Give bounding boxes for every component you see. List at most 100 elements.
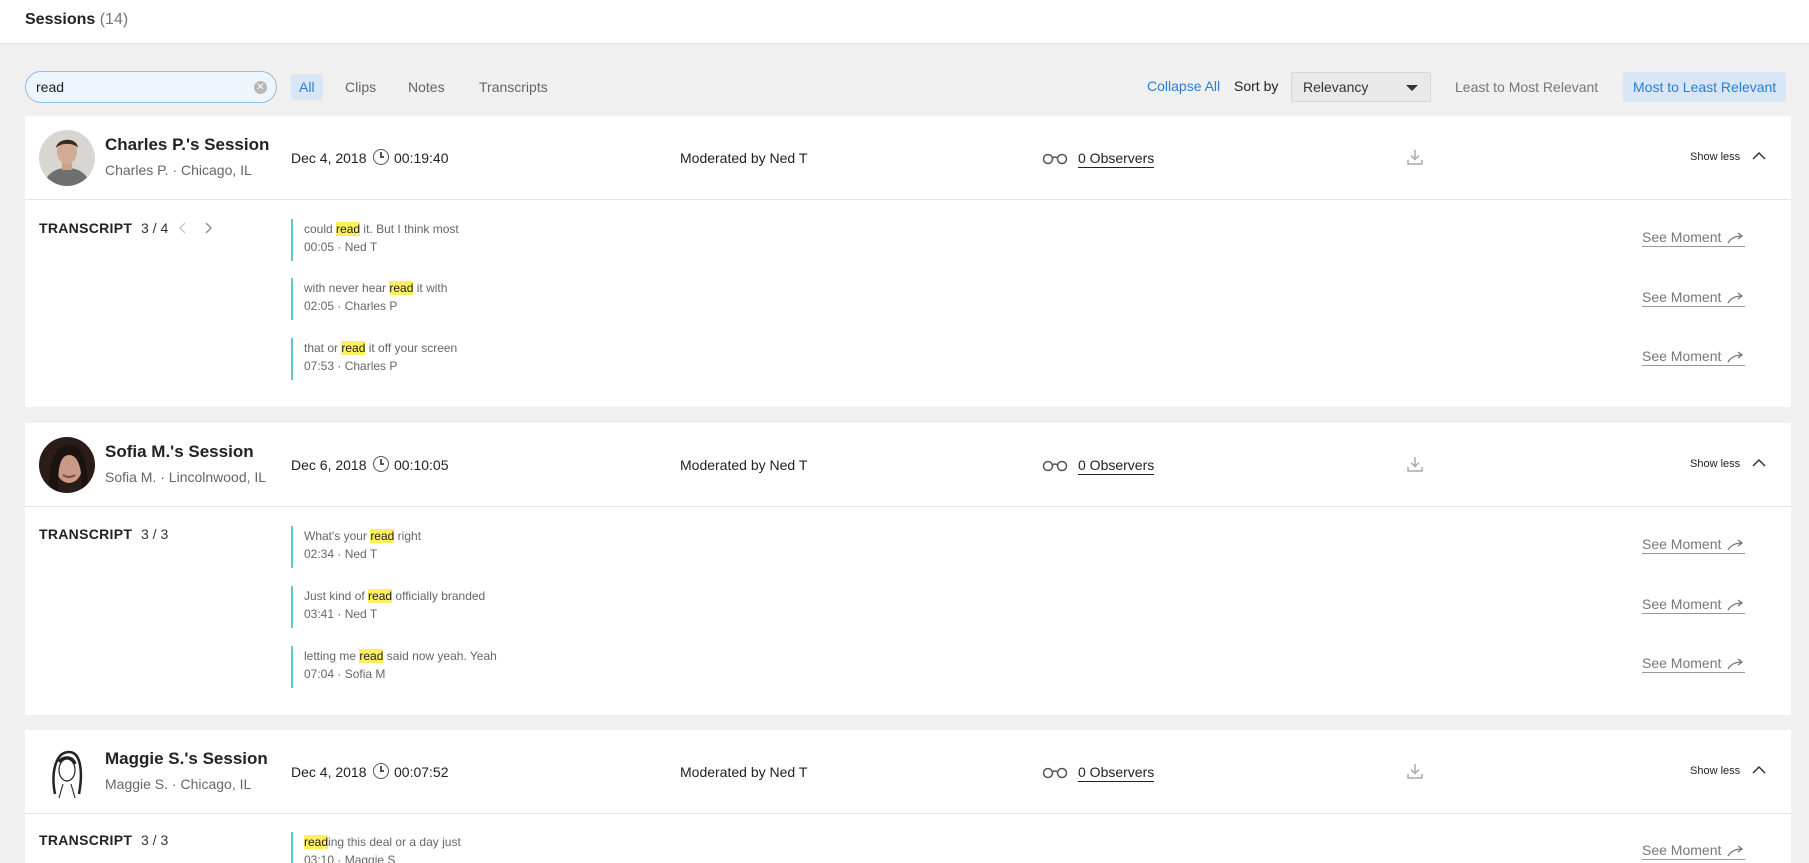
see-moment-link[interactable]: See Moment — [1642, 536, 1746, 554]
transcript-moment: reading this deal or a day just 03:10 · … — [291, 832, 891, 863]
observers-link[interactable]: 0 Observers — [1078, 764, 1155, 782]
glasses-icon — [1042, 767, 1068, 779]
clock-icon — [373, 456, 389, 472]
chevron-right-icon[interactable] — [203, 222, 213, 234]
download-icon[interactable] — [1406, 455, 1424, 473]
moment-meta: 03:10 · Maggie S — [304, 853, 396, 863]
chevron-up-icon[interactable] — [1752, 765, 1766, 775]
search-highlight: read — [304, 835, 329, 849]
transcript-label: TRANSCRIPT — [39, 832, 133, 848]
chevron-left-icon[interactable] — [178, 222, 188, 234]
sort-value: Relevancy — [1303, 79, 1369, 95]
moment-text: reading this deal or a day just — [304, 835, 461, 849]
show-less-toggle[interactable]: Show less — [1690, 765, 1740, 777]
clear-search-icon[interactable]: ✕ — [254, 81, 267, 94]
session-count: (14) — [99, 11, 129, 28]
avatar — [39, 130, 95, 186]
search-highlight: read — [389, 281, 414, 295]
arrow-icon — [1727, 232, 1744, 244]
arrow-icon — [1727, 658, 1744, 670]
transcript-count: 3 / 3 — [141, 526, 169, 542]
transcript-count: 3 / 3 — [141, 832, 169, 848]
search-input[interactable] — [36, 77, 241, 97]
session-title[interactable]: Maggie S.'s Session — [105, 749, 268, 769]
arrow-icon — [1727, 599, 1744, 611]
transcript-moment: What's your read right 02:34 · Ned T — [291, 526, 891, 568]
transcript-moment: could read it. But I think most 00:05 · … — [291, 219, 891, 261]
observers-link[interactable]: 0 Observers — [1078, 457, 1155, 475]
search-highlight: read — [368, 589, 393, 603]
search-box[interactable]: ✕ — [25, 71, 277, 103]
session-card: Maggie S.'s Session Maggie S. · Chicago,… — [25, 730, 1791, 863]
transcript-label: TRANSCRIPT — [39, 220, 133, 236]
sort-select[interactable]: Relevancy — [1291, 72, 1431, 102]
download-icon[interactable] — [1406, 148, 1424, 166]
arrow-icon — [1727, 351, 1744, 363]
search-highlight: read — [359, 649, 384, 663]
observers-link[interactable]: 0 Observers — [1078, 150, 1155, 168]
session-participant: Maggie S. · Chicago, IL — [105, 776, 252, 792]
glasses-icon — [1042, 460, 1068, 472]
moment-text: that or read it off your screen — [304, 341, 458, 355]
session-title[interactable]: Sofia M.'s Session — [105, 442, 254, 462]
session-card: Sofia M.'s Session Sofia M. · Lincolnwoo… — [25, 423, 1791, 715]
toolbar: ✕ All Clips Notes Transcripts Collapse A… — [0, 70, 1809, 104]
see-moment-link[interactable]: See Moment — [1642, 289, 1746, 307]
session-title[interactable]: Charles P.'s Session — [105, 135, 269, 155]
session-header: Sofia M.'s Session Sofia M. · Lincolnwoo… — [25, 423, 1791, 507]
avatar — [39, 437, 95, 493]
session-date: Dec 4, 2018 — [291, 150, 367, 166]
collapse-all-link[interactable]: Collapse All — [1147, 78, 1220, 94]
transcript-moment: with never hear read it with 02:05 · Cha… — [291, 278, 891, 320]
moment-meta: 00:05 · Ned T — [304, 240, 378, 254]
glasses-icon — [1042, 153, 1068, 165]
filter-notes[interactable]: Notes — [400, 74, 453, 100]
see-moment-link[interactable]: See Moment — [1642, 348, 1746, 366]
session-date: Dec 4, 2018 — [291, 764, 367, 780]
session-duration: 00:07:52 — [394, 764, 449, 780]
page-title: Sessions (14) — [25, 11, 129, 28]
transcript-moment: that or read it off your screen 07:53 · … — [291, 338, 891, 380]
moment-meta: 02:05 · Charles P — [304, 299, 398, 313]
session-participant: Sofia M. · Lincolnwood, IL — [105, 469, 267, 485]
filter-all[interactable]: All — [291, 74, 323, 100]
clock-icon — [373, 149, 389, 165]
moment-text: Just kind of read officially branded — [304, 589, 486, 603]
filter-clips[interactable]: Clips — [337, 74, 384, 100]
session-duration: 00:10:05 — [394, 457, 449, 473]
avatar — [39, 744, 95, 800]
session-moderator: Moderated by Ned T — [680, 150, 808, 166]
search-highlight: read — [370, 529, 395, 543]
chevron-up-icon[interactable] — [1752, 151, 1766, 161]
caret-down-icon — [1406, 85, 1418, 91]
search-highlight: read — [336, 222, 361, 236]
session-moderator: Moderated by Ned T — [680, 764, 808, 780]
order-least-to-most-button[interactable]: Least to Most Relevant — [1445, 72, 1608, 102]
session-date: Dec 6, 2018 — [291, 457, 367, 473]
session-duration: 00:19:40 — [394, 150, 449, 166]
session-participant: Charles P. · Chicago, IL — [105, 162, 252, 178]
session-card: Charles P.'s Session Charles P. · Chicag… — [25, 116, 1791, 407]
transcript-count: 3 / 4 — [141, 220, 169, 236]
show-less-toggle[interactable]: Show less — [1690, 458, 1740, 470]
see-moment-link[interactable]: See Moment — [1642, 596, 1746, 614]
moment-text: What's your read right — [304, 529, 422, 543]
see-moment-link[interactable]: See Moment — [1642, 655, 1746, 673]
arrow-icon — [1727, 292, 1744, 304]
moment-meta: 03:41 · Ned T — [304, 607, 378, 621]
see-moment-link[interactable]: See Moment — [1642, 842, 1746, 860]
search-highlight: read — [341, 341, 366, 355]
chevron-up-icon[interactable] — [1752, 458, 1766, 468]
moment-meta: 07:04 · Sofia M — [304, 667, 386, 681]
show-less-toggle[interactable]: Show less — [1690, 151, 1740, 163]
see-moment-link[interactable]: See Moment — [1642, 229, 1746, 247]
filter-transcripts[interactable]: Transcripts — [471, 74, 556, 100]
moment-meta: 07:53 · Charles P — [304, 359, 398, 373]
download-icon[interactable] — [1406, 762, 1424, 780]
session-header: Maggie S.'s Session Maggie S. · Chicago,… — [25, 730, 1791, 814]
session-header: Charles P.'s Session Charles P. · Chicag… — [25, 116, 1791, 200]
order-most-to-least-button[interactable]: Most to Least Relevant — [1623, 72, 1787, 102]
moment-text: letting me read said now yeah. Yeah — [304, 649, 497, 663]
moment-meta: 02:34 · Ned T — [304, 547, 378, 561]
session-moderator: Moderated by Ned T — [680, 457, 808, 473]
